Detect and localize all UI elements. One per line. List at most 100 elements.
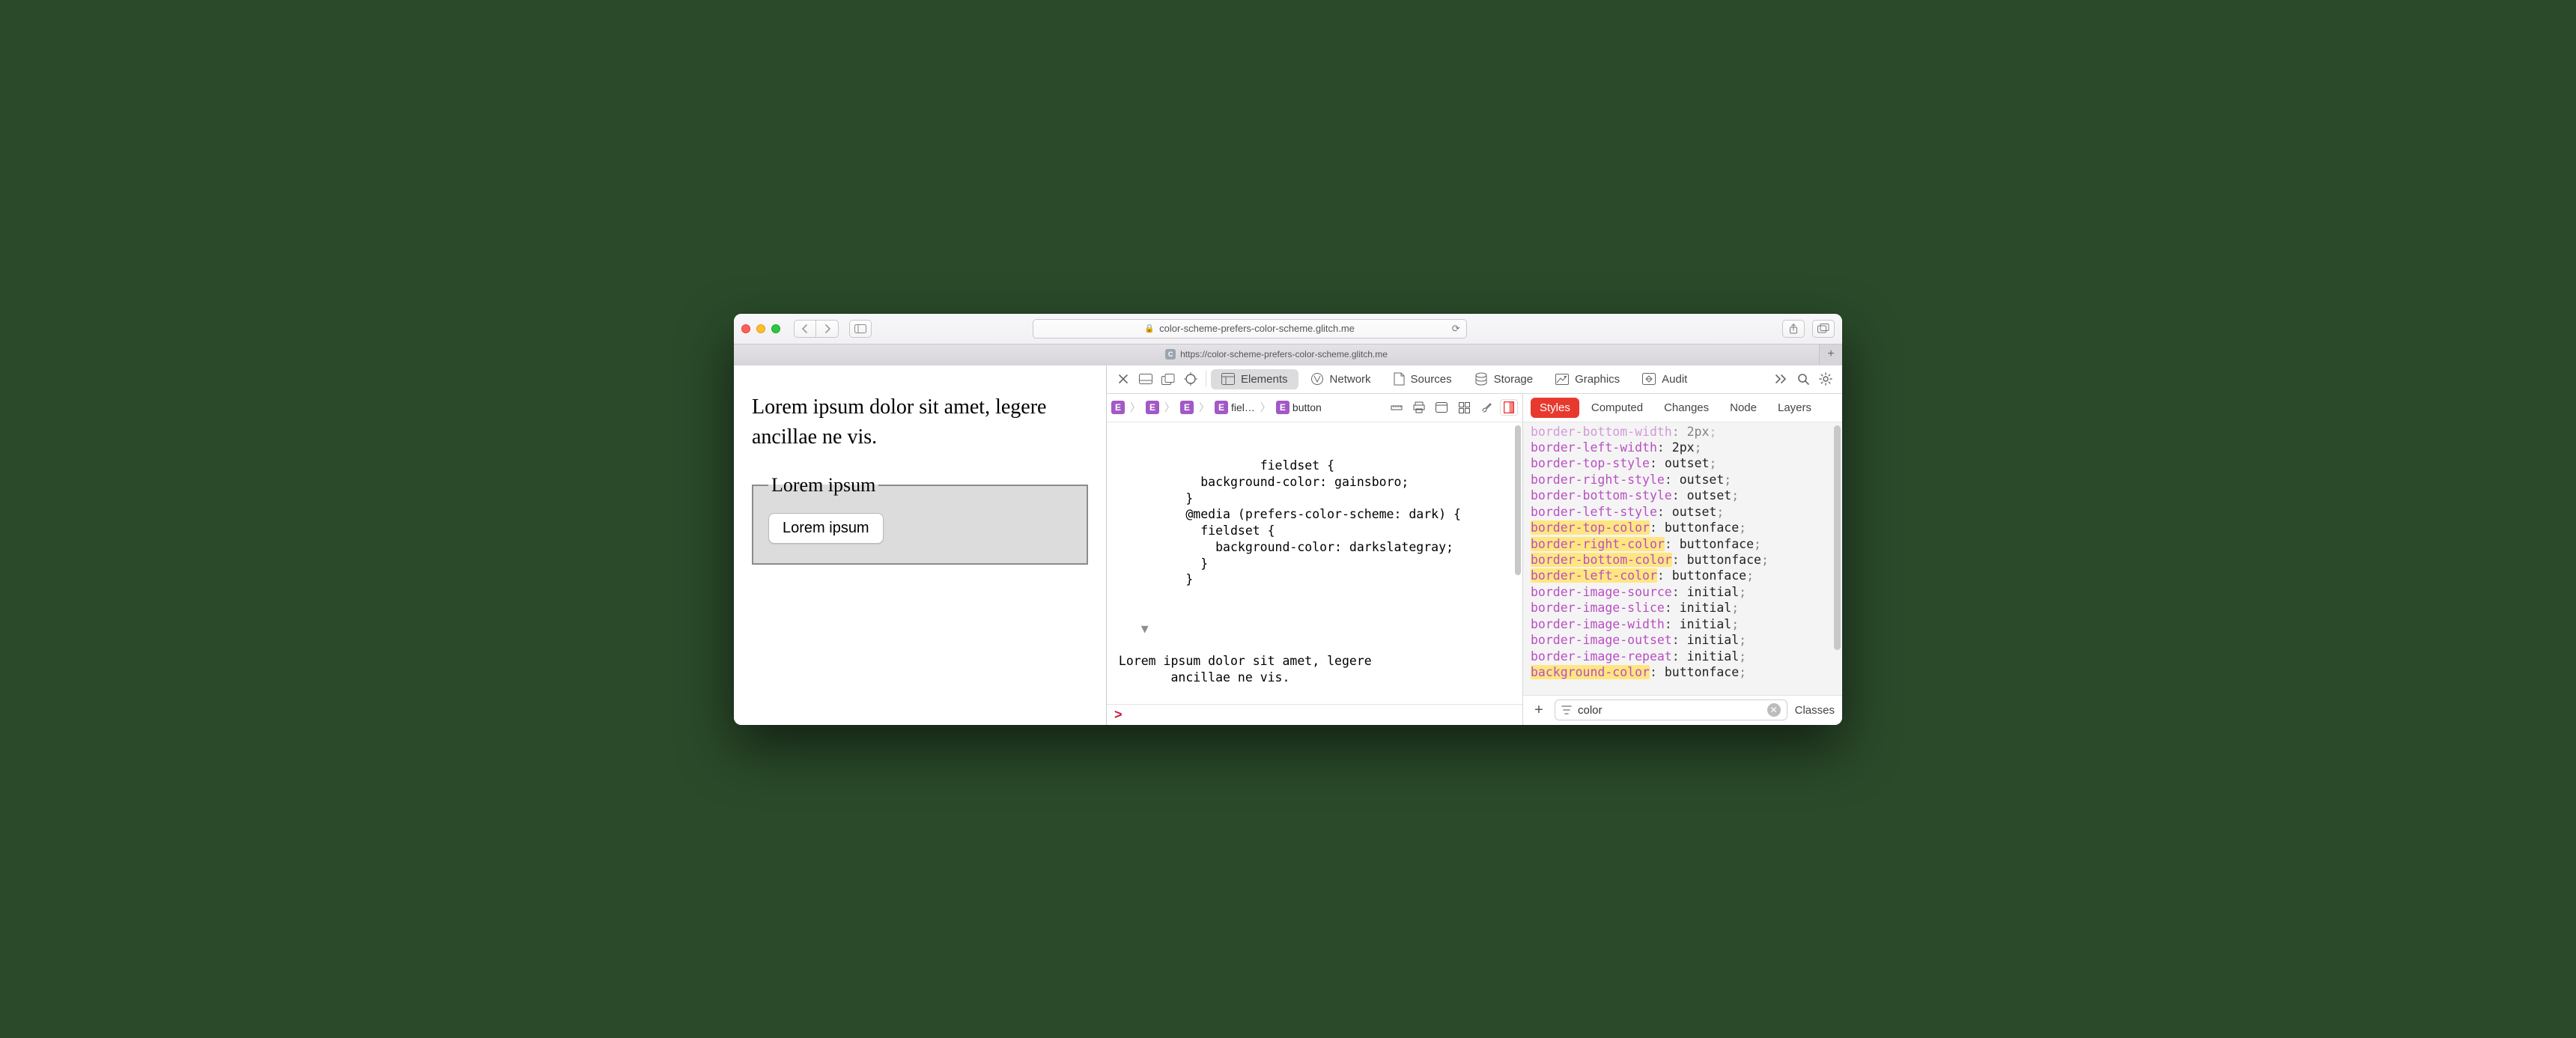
printer-icon: [1413, 401, 1425, 413]
style-property-row[interactable]: border-right-style: outset;: [1531, 472, 1835, 488]
dom-line[interactable]: @media (prefers-color-scheme: dark) {: [1111, 507, 1461, 521]
style-property-row[interactable]: border-left-width: 2px;: [1531, 440, 1835, 455]
dom-line[interactable]: fieldset {: [1111, 523, 1275, 538]
maximize-window-button[interactable]: [771, 324, 780, 333]
tab-audit[interactable]: Audit: [1632, 369, 1698, 389]
style-property-row[interactable]: border-image-repeat: initial;: [1531, 649, 1835, 664]
minimize-window-button[interactable]: [756, 324, 765, 333]
style-property-row[interactable]: border-left-color: buttonface;: [1531, 568, 1835, 583]
breadcrumb[interactable]: E〉E〉E〉E fiel…〉E button: [1111, 400, 1322, 415]
dom-line[interactable]: ▼: [1111, 622, 1152, 636]
page-button[interactable]: Lorem ipsum: [768, 513, 884, 544]
style-property-row[interactable]: border-image-outset: initial;: [1531, 632, 1835, 648]
classes-toggle[interactable]: Classes: [1795, 704, 1835, 717]
chevrons-right-icon: [1774, 374, 1787, 384]
dom-line[interactable]: ancillae ne vis.: [1111, 670, 1297, 685]
tab-label: Audit: [1662, 373, 1687, 386]
grid-button[interactable]: [1455, 399, 1473, 416]
tab-graphics[interactable]: Graphics: [1545, 369, 1630, 389]
search-button[interactable]: [1793, 369, 1814, 389]
sidebar-icon: [854, 324, 866, 333]
inspect-element-button[interactable]: [1180, 369, 1201, 389]
console-prompt[interactable]: >: [1107, 704, 1522, 725]
styles-list[interactable]: border-bottom-width: 2px;border-left-wid…: [1523, 422, 1842, 695]
style-property-row[interactable]: border-top-style: outset;: [1531, 455, 1835, 471]
tab-storage[interactable]: Storage: [1464, 368, 1544, 389]
tab-label: Network: [1330, 373, 1371, 386]
storage-icon: [1474, 372, 1488, 386]
styles-tab-computed[interactable]: Computed: [1582, 398, 1652, 418]
address-bar[interactable]: 🔒 color-scheme-prefers-color-scheme.glit…: [1033, 319, 1467, 339]
crumb-badge: E: [1180, 401, 1194, 414]
style-property-row[interactable]: border-left-style: outset;: [1531, 504, 1835, 520]
styles-tab-changes[interactable]: Changes: [1655, 398, 1718, 418]
dock-popout-button[interactable]: [1158, 369, 1179, 389]
dom-line[interactable]: }: [1111, 572, 1193, 586]
back-button[interactable]: [794, 320, 816, 338]
style-property-row[interactable]: border-image-slice: initial;: [1531, 600, 1835, 616]
styles-tab-node[interactable]: Node: [1721, 398, 1766, 418]
dock-side-button[interactable]: [1135, 369, 1156, 389]
print-styles-button[interactable]: [1410, 399, 1428, 416]
clear-filter-button[interactable]: ✕: [1767, 703, 1781, 717]
tab-strip: C https://color-scheme-prefers-color-sch…: [734, 344, 1842, 365]
reload-button[interactable]: ⟳: [1452, 323, 1460, 335]
share-button[interactable]: [1782, 320, 1805, 338]
dom-line[interactable]: background-color: gainsboro;: [1111, 475, 1409, 489]
browser-tab[interactable]: C https://color-scheme-prefers-color-sch…: [734, 345, 1820, 365]
style-property-row[interactable]: border-top-color: buttonface;: [1531, 520, 1835, 535]
crumb-badge: E: [1111, 401, 1125, 414]
compositing-button[interactable]: [1500, 399, 1518, 416]
style-property-row[interactable]: background-color: buttonface;: [1531, 664, 1835, 680]
elements-icon: [1221, 373, 1235, 385]
styles-tab-styles[interactable]: Styles: [1531, 398, 1579, 418]
tab-label: Graphics: [1575, 373, 1620, 386]
devtools: Elements Network Sources Storage Graphic…: [1107, 365, 1842, 725]
tab-label: Sources: [1411, 373, 1452, 386]
filter-box[interactable]: ✕: [1555, 699, 1787, 720]
style-property-row[interactable]: border-bottom-style: outset;: [1531, 488, 1835, 503]
dom-tree[interactable]: fieldset { background-color: gainsboro; …: [1107, 422, 1522, 704]
close-window-button[interactable]: [741, 324, 750, 333]
gear-icon: [1819, 372, 1832, 386]
style-property-row[interactable]: border-image-source: initial;: [1531, 584, 1835, 600]
dom-line[interactable]: [1111, 605, 1156, 619]
style-property-row[interactable]: border-bottom-width: 2px;: [1531, 424, 1835, 440]
tab-label: https://color-scheme-prefers-color-schem…: [1180, 349, 1388, 359]
new-rule-button[interactable]: +: [1531, 702, 1547, 718]
scrollbar-thumb[interactable]: [1515, 425, 1521, 575]
dom-line[interactable]: ▼: [1111, 703, 1522, 704]
crumb-text: button: [1292, 401, 1322, 413]
paint-button[interactable]: [1477, 399, 1495, 416]
dom-line[interactable]: Lorem ipsum dolor sit amet, legere: [1111, 637, 1522, 670]
close-devtools-button[interactable]: [1113, 369, 1134, 389]
new-tab-button[interactable]: +: [1820, 345, 1842, 365]
ruler-button[interactable]: [1388, 399, 1406, 416]
graphics-icon: [1555, 374, 1569, 385]
chevron-right-icon: 〉: [1162, 400, 1177, 415]
browser-window: 🔒 color-scheme-prefers-color-scheme.glit…: [734, 314, 1842, 725]
dom-line[interactable]: fieldset {: [1185, 458, 1334, 473]
style-property-row[interactable]: border-right-color: buttonface;: [1531, 536, 1835, 552]
sidebar-toggle-button[interactable]: [849, 320, 872, 338]
ruler-icon: [1391, 401, 1403, 413]
tab-network[interactable]: Network: [1300, 368, 1382, 389]
dom-line[interactable]: background-color: darkslategray;: [1111, 540, 1453, 554]
style-property-row[interactable]: border-bottom-color: buttonface;: [1531, 552, 1835, 568]
dom-line[interactable]: [1111, 589, 1170, 603]
sources-icon: [1394, 372, 1405, 386]
settings-button[interactable]: [1815, 369, 1836, 389]
styles-tab-layers[interactable]: Layers: [1769, 398, 1820, 418]
scrollbar-thumb[interactable]: [1834, 425, 1841, 650]
show-tabs-button[interactable]: [1812, 320, 1835, 338]
filter-input[interactable]: [1578, 704, 1761, 717]
share-icon: [1788, 324, 1799, 334]
forward-button[interactable]: [816, 320, 839, 338]
more-tabs-button[interactable]: [1770, 369, 1791, 389]
force-state-button[interactable]: [1433, 399, 1450, 416]
dom-line[interactable]: }: [1111, 491, 1193, 506]
tab-elements[interactable]: Elements: [1211, 369, 1298, 389]
tab-sources[interactable]: Sources: [1383, 368, 1462, 389]
dom-line[interactable]: }: [1111, 556, 1208, 571]
style-property-row[interactable]: border-image-width: initial;: [1531, 616, 1835, 632]
